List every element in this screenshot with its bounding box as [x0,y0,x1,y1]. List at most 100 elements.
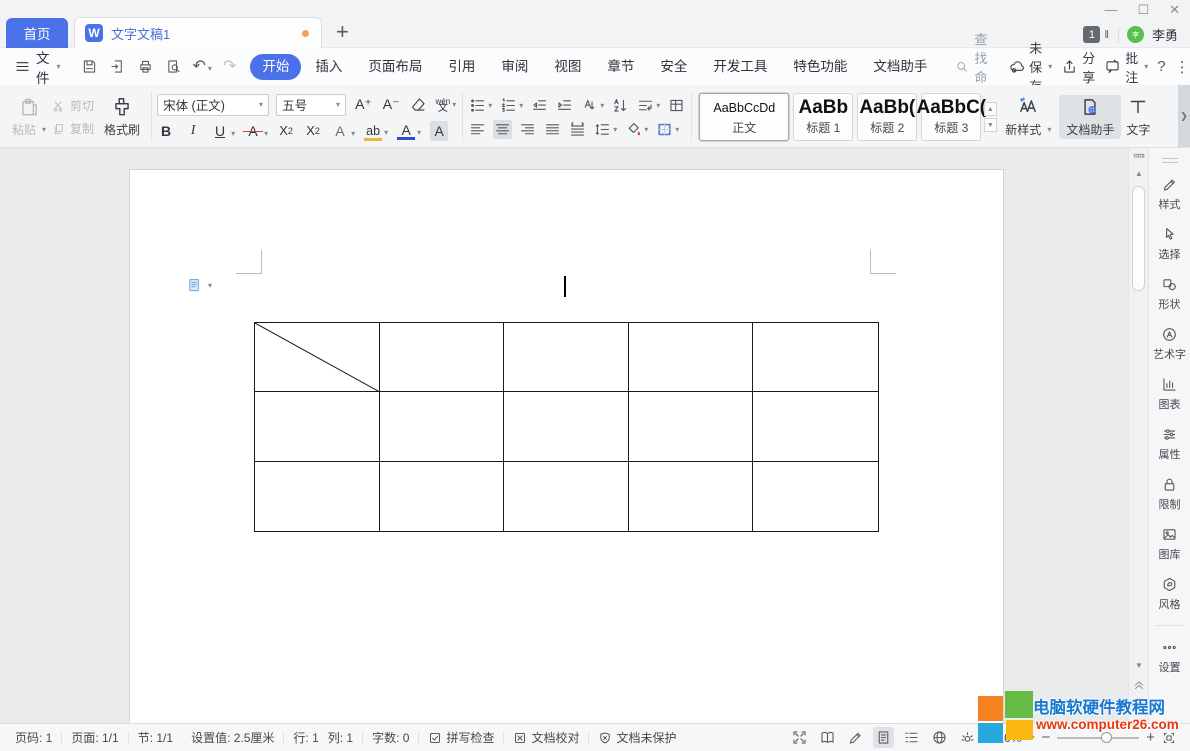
save-icon[interactable] [81,58,98,75]
table-cell-r1c2[interactable] [504,392,629,461]
help-button[interactable]: ? [1157,58,1165,75]
spell-check-button[interactable]: 拼写检查 [419,729,503,746]
decrease-font-button[interactable]: A⁻ [381,95,402,115]
outline-view-button[interactable] [901,727,922,748]
fit-page-icon[interactable] [1162,731,1176,745]
status-margin-setting[interactable]: 设置值: 2.5厘米 [182,729,283,746]
doc-assistant-button[interactable]: 文档助手 [1059,95,1121,139]
zoom-slider[interactable] [1057,737,1139,739]
read-layout-button[interactable] [817,727,838,748]
align-left-button[interactable] [468,120,487,139]
style-scroll-down[interactable]: ▼ [984,118,997,132]
minimize-button[interactable]: — [1104,2,1117,18]
scrollbar-thumb[interactable] [1132,186,1145,291]
borders-button[interactable]: ▾ [655,120,680,139]
sidebar-item-样式[interactable]: 样式 [1149,169,1190,219]
sidebar-item-限制[interactable]: 限制 [1149,469,1190,519]
subscript-button[interactable]: X2 [304,121,322,141]
select-browse-object[interactable] [1136,698,1143,705]
bullet-list-button[interactable]: ▾ [468,96,493,115]
cut-button[interactable]: 剪切 [52,97,94,114]
menu-tab-文档助手[interactable]: 文档助手 [861,54,939,80]
page-options-button[interactable]: ▾ [186,277,212,294]
sidebar-item-图库[interactable]: 图库 [1149,519,1190,569]
eye-protection-button[interactable] [957,727,978,748]
align-center-button[interactable] [493,120,512,139]
table-cell-r1c3[interactable] [629,392,754,461]
increase-font-button[interactable]: A⁺ [353,95,374,115]
redo-button[interactable]: ↷ [223,59,236,75]
page-view-button[interactable] [873,727,894,748]
table-cell-r2c3[interactable] [629,462,754,531]
status-section[interactable]: 节: 1/1 [129,729,182,746]
table-cell-r0c3[interactable] [629,323,754,392]
table-cell-r0c2[interactable] [504,323,629,392]
fullscreen-view-button[interactable] [789,727,810,748]
decrease-indent-button[interactable] [530,96,549,115]
format-painter-button[interactable]: 格式刷 [94,95,146,139]
new-tab-button[interactable]: + [336,20,349,44]
text-effects-button[interactable]: A▾ [331,121,355,141]
sidebar-item-图表[interactable]: 图表 [1149,369,1190,419]
text-tool-button[interactable]: 文字 [1121,95,1155,139]
new-style-button[interactable]: 新样式▾ [997,95,1059,139]
doc-protection-button[interactable]: 文档未保护 [589,729,685,746]
web-layout-button[interactable] [929,727,950,748]
comment-button[interactable]: 批注 ▾ [1104,48,1148,86]
justify-button[interactable] [543,120,562,139]
pinyin-guide-button[interactable]: wén文▾ [435,97,458,113]
line-spacing-button[interactable]: ▾ [593,120,618,139]
share-button[interactable]: 分享 [1061,48,1095,86]
underline-button[interactable]: U▾ [211,121,235,141]
zoom-in-button[interactable]: + [1146,729,1155,746]
font-name-select[interactable]: 宋体 (正文)▾ [157,94,269,116]
menu-tab-视图[interactable]: 视图 [542,54,593,80]
style-card-正文[interactable]: AaBbCcDd正文 [699,93,789,141]
file-menu[interactable]: 文件 ▾ [14,47,61,87]
table-cell-r1c0[interactable] [255,392,380,461]
copy-button[interactable]: 复制 [52,120,94,137]
sort-button[interactable] [611,96,630,115]
distribute-button[interactable] [568,120,587,139]
table-cell-r2c2[interactable] [504,462,629,531]
document-page[interactable]: ▾ [130,170,1003,723]
table-cell-r2c1[interactable] [380,462,505,531]
scroll-down-arrow[interactable]: ▼ [1135,662,1143,670]
menu-tab-特色功能[interactable]: 特色功能 [781,54,859,80]
status-page-number[interactable]: 页码: 1 [6,729,61,746]
sidebar-item-风格[interactable]: 风格 [1149,569,1190,619]
menu-tab-页面布局[interactable]: 页面布局 [356,54,434,80]
menu-tab-安全[interactable]: 安全 [648,54,699,80]
align-right-button[interactable] [518,120,537,139]
font-size-select[interactable]: 五号▾ [276,94,346,116]
scroll-up-arrow[interactable]: ▲ [1135,170,1143,178]
home-tab[interactable]: 首页 [6,18,68,48]
font-color-button[interactable]: A▾ [397,121,421,141]
shading-button[interactable]: ▾ [624,120,649,139]
close-button[interactable]: ✕ [1169,2,1180,18]
table-cell-r1c4[interactable] [753,392,878,461]
print-preview-icon[interactable] [165,58,182,75]
menu-tab-引用[interactable]: 引用 [436,54,487,80]
menu-tab-审阅[interactable]: 审阅 [489,54,540,80]
ribbon-expand-strip[interactable]: ❯ [1178,85,1190,147]
ink-mode-button[interactable] [845,727,866,748]
numbered-list-button[interactable]: ▾ [499,96,524,115]
style-card-标题 3[interactable]: AaBbC(标题 3 [921,93,981,141]
italic-button[interactable]: I [184,121,202,141]
doc-proof-button[interactable]: 文档校对 [504,729,588,746]
menu-tab-开始[interactable]: 开始 [250,54,301,80]
undo-button[interactable]: ↶▾ [193,59,212,75]
export-icon[interactable] [109,58,126,75]
menu-tab-插入[interactable]: 插入 [303,54,354,80]
sidebar-drag-handle[interactable] [1162,158,1178,163]
style-scroll-up[interactable]: ▲ [984,102,997,116]
table-cell-r0c0[interactable] [255,323,380,392]
zoom-level[interactable]: 110% [992,731,1022,745]
table-cell-r2c0[interactable] [255,462,380,531]
sidebar-item-属性[interactable]: 属性 [1149,419,1190,469]
table-cell-r1c1[interactable] [380,392,505,461]
highlight-button[interactable]: ab▾ [364,121,388,141]
more-options-button[interactable]: ⋮ [1175,58,1190,76]
strikethrough-button[interactable]: A▾ [244,121,268,141]
